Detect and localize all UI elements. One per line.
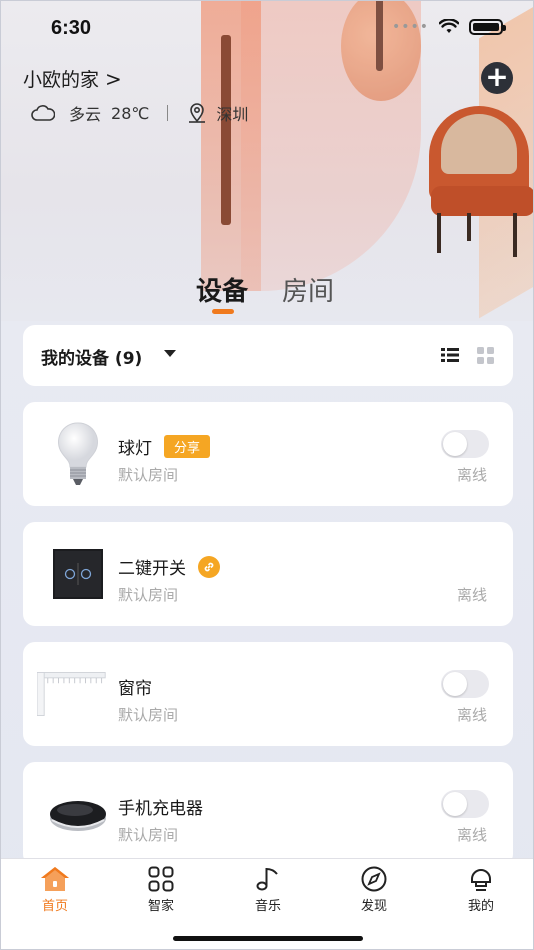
app-screen: 6:30 •••• 小欧的家 > + 多云 28℃ 深圳 设备 房间 我的设备 … <box>0 0 534 950</box>
device-name: 球灯 <box>118 439 152 459</box>
divider <box>167 105 169 121</box>
device-card[interactable]: 手机充电器 默认房间 离线 <box>23 762 513 866</box>
bulb-image <box>43 420 113 488</box>
list-view-icon[interactable] <box>441 347 459 363</box>
tab-bar: 设备 房间 <box>196 271 334 314</box>
tab-devices[interactable]: 设备 <box>196 271 248 314</box>
add-button[interactable]: + <box>481 62 513 94</box>
nav-discover[interactable]: 发现 <box>344 865 404 914</box>
switch-image <box>43 540 113 608</box>
city: 深圳 <box>216 105 249 124</box>
nav-label: 音乐 <box>254 899 281 914</box>
status-time: 6:30 <box>51 17 92 39</box>
nav-label: 智家 <box>147 899 174 914</box>
device-card[interactable]: 二键开关 默认房间 离线 <box>23 522 513 626</box>
device-name: 窗帘 <box>118 679 152 699</box>
power-toggle[interactable] <box>441 430 489 458</box>
nav-music[interactable]: 音乐 <box>238 865 298 914</box>
link-icon <box>198 555 220 578</box>
device-room: 默认房间 <box>118 826 179 844</box>
device-status: 离线 <box>457 826 488 844</box>
device-filter-dropdown[interactable]: 我的设备 (9) <box>41 344 142 369</box>
nav-label: 发现 <box>360 899 387 914</box>
share-badge: 分享 <box>164 435 211 458</box>
device-card[interactable]: 窗帘 默认房间 离线 <box>23 642 513 746</box>
nav-home[interactable]: 首页 <box>25 865 85 914</box>
chevron-right-icon: > <box>105 66 122 91</box>
home-selector[interactable]: 小欧的家 > <box>23 65 122 92</box>
device-status: 离线 <box>457 706 488 724</box>
power-toggle[interactable] <box>441 790 489 818</box>
battery-icon <box>469 19 506 35</box>
weather-condition: 多云 <box>69 105 102 124</box>
temperature: 28℃ <box>111 103 150 123</box>
home-icon <box>41 867 69 891</box>
nav-label: 首页 <box>41 899 68 914</box>
caret-down-icon[interactable] <box>164 350 176 357</box>
device-filter-card: 我的设备 (9) <box>23 325 513 386</box>
grid-view-icon[interactable] <box>477 347 494 364</box>
nav-label: 我的 <box>467 899 494 914</box>
music-note-icon <box>256 867 278 891</box>
wifi-icon <box>439 19 459 33</box>
device-room: 默认房间 <box>118 466 179 484</box>
status-bar: 6:30 •••• <box>51 13 506 43</box>
device-status: 离线 <box>457 466 488 484</box>
nav-profile[interactable]: 我的 <box>451 865 511 914</box>
device-card[interactable]: 球灯 分享 默认房间 离线 <box>23 402 513 506</box>
signal-dots-icon: •••• <box>391 19 429 35</box>
device-room: 默认房间 <box>118 586 179 604</box>
curtain-rail-image <box>37 660 107 728</box>
device-name: 二键开关 <box>118 559 186 579</box>
weather-bar: 多云 28℃ 深圳 <box>31 101 248 125</box>
nav-smart-home[interactable]: 智家 <box>131 865 191 914</box>
device-status: 离线 <box>457 586 488 604</box>
device-room: 默认房间 <box>118 706 179 724</box>
device-name: 手机充电器 <box>118 799 203 819</box>
home-indicator[interactable] <box>173 936 363 941</box>
power-toggle[interactable] <box>441 670 489 698</box>
compass-icon <box>361 866 387 892</box>
location-pin-icon <box>189 103 206 123</box>
tab-rooms[interactable]: 房间 <box>282 271 334 308</box>
cloud-icon <box>31 105 55 121</box>
wireless-charger-image <box>43 780 113 848</box>
grid-icon <box>148 866 174 892</box>
home-name: 小欧的家 <box>23 69 100 91</box>
profile-icon <box>471 869 491 891</box>
